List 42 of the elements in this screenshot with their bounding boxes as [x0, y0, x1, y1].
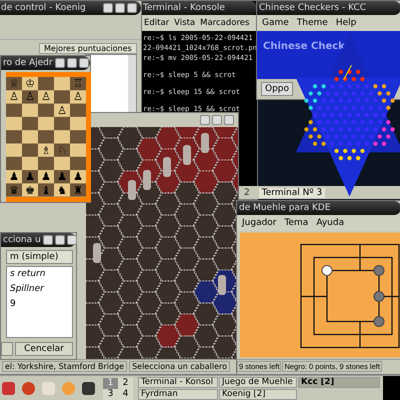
- desktop-button[interactable]: 4: [118, 388, 133, 400]
- window-title: Terminal - Konsole: [143, 3, 226, 13]
- menu-item[interactable]: Tema: [284, 218, 308, 228]
- menu-item[interactable]: Ayuda: [316, 218, 344, 228]
- menu-item[interactable]: Theme: [296, 18, 328, 28]
- desktop-button[interactable]: 3: [103, 388, 118, 400]
- chess-piece[interactable]: ♙: [9, 91, 19, 102]
- chess-piece[interactable]: ♗: [41, 144, 51, 156]
- terminal-tab[interactable]: 2: [241, 188, 253, 198]
- menu-item[interactable]: Vista: [174, 18, 196, 28]
- window-title: cciona u: [3, 235, 41, 245]
- chess-piece[interactable]: ♚: [25, 184, 35, 196]
- window-title: Chinese Checkers - KCC: [259, 3, 368, 13]
- chess-piece[interactable]: ♟: [73, 171, 83, 182]
- desktop-button[interactable]: 2: [118, 378, 133, 388]
- chess-piece[interactable]: ♟: [41, 171, 51, 182]
- text-line: Spillner: [10, 284, 46, 295]
- chess-piece[interactable]: ♟: [9, 171, 19, 182]
- tray-panel: [383, 376, 400, 400]
- menu-item[interactable]: Jugador: [242, 218, 277, 228]
- cancel-button[interactable]: Cencelar: [15, 342, 73, 356]
- chess-piece[interactable]: ♙: [41, 91, 51, 102]
- text-line: s return: [10, 269, 46, 280]
- tab[interactable]: Mejores puntuaciones: [39, 43, 137, 54]
- window-title: de Muehle para KDE: [239, 203, 332, 213]
- status-text: el: Yorkshire, Stamford Bridge: [2, 361, 128, 372]
- menu-item[interactable]: Marcadores: [200, 18, 250, 28]
- chess-piece[interactable]: ♙: [57, 104, 67, 116]
- banner-title: Chinese Check: [263, 41, 345, 52]
- chess-piece[interactable]: ♔: [25, 78, 35, 90]
- opponent-button[interactable]: Oppo: [261, 82, 294, 96]
- terminal-tab[interactable]: Terminal Nº 3: [258, 188, 326, 198]
- menu-item[interactable]: Editar: [144, 18, 170, 28]
- text-line: 9: [10, 299, 17, 310]
- chess-piece[interactable]: ♙: [73, 91, 83, 102]
- menu-item[interactable]: Game: [262, 18, 289, 28]
- dropdown[interactable]: m (simple): [6, 250, 73, 264]
- chess-piece[interactable]: ♞: [57, 184, 67, 196]
- status-text: Selecciona un caballero: [129, 361, 230, 372]
- window-title: de control - Koenig: [1, 3, 87, 13]
- window-title: ro de Ajedr: [3, 58, 53, 68]
- menu-item[interactable]: Help: [336, 18, 356, 28]
